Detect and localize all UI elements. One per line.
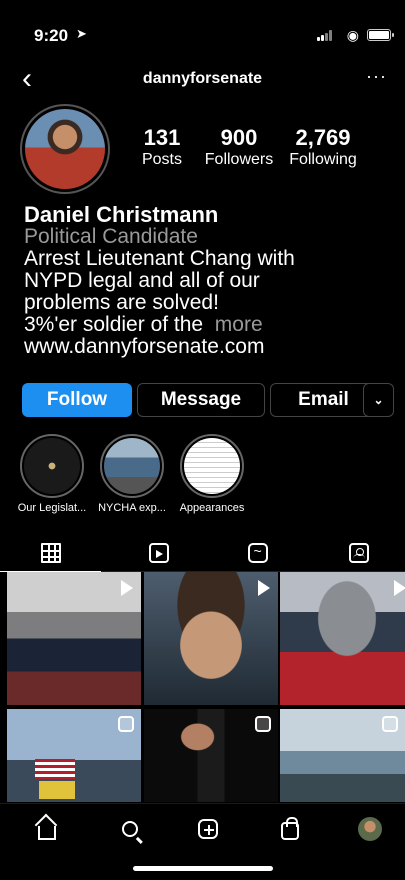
wifi-icon: ◉	[346, 27, 359, 43]
following-stat[interactable]: 2,769 Following	[282, 126, 364, 170]
profile-stats: 131 Posts 900 Followers 2,769 Following	[132, 126, 364, 170]
search-icon	[122, 821, 138, 837]
signal-icon	[317, 30, 333, 41]
reels-icon	[255, 716, 271, 732]
tab-grid[interactable]	[0, 534, 101, 572]
profile-tabs	[0, 534, 405, 572]
new-post-icon	[198, 819, 218, 839]
highlight-label: Appearances	[179, 502, 245, 514]
tagged-icon	[348, 543, 369, 563]
video-icon	[394, 580, 405, 596]
highlight-cover-ring	[20, 434, 84, 498]
highlight-cover-ring	[180, 434, 244, 498]
bio-line: NYPD legal and all of our	[24, 269, 260, 292]
profile-bio: Daniel Christmann Political Candidate Ar…	[24, 204, 394, 358]
more-options-icon[interactable]: ···	[366, 66, 387, 87]
highlight-cover	[24, 438, 80, 494]
followers-stat[interactable]: 900 Followers	[196, 126, 282, 170]
profile-website-link[interactable]: www.dannyforsenate.com	[24, 336, 394, 358]
tab-tagged[interactable]	[308, 534, 405, 572]
battery-icon	[367, 29, 394, 41]
tab-igtv[interactable]	[207, 534, 308, 572]
following-label: Following	[289, 151, 357, 168]
post-grid	[7, 572, 405, 802]
nav-shop[interactable]	[275, 814, 305, 844]
nav-search[interactable]	[115, 814, 145, 844]
post-thumbnail[interactable]	[280, 709, 405, 802]
story-highlights: Our Legislat... NYCHA exp... Appearances	[0, 434, 405, 520]
post-thumbnail[interactable]	[144, 709, 278, 802]
home-indicator	[133, 866, 273, 871]
posts-stat[interactable]: 131 Posts	[132, 126, 192, 170]
profile-avatar-ring[interactable]	[20, 104, 110, 194]
nav-home[interactable]	[32, 814, 62, 844]
bottom-nav	[0, 803, 405, 853]
video-icon	[121, 580, 133, 596]
shop-icon	[281, 817, 299, 840]
reels-icon	[148, 543, 169, 563]
location-arrow-icon: ➤	[76, 26, 87, 41]
profile-avatar	[25, 109, 105, 189]
profile-actions: Follow Message Email ⌄	[22, 383, 394, 417]
posts-label: Posts	[141, 151, 182, 168]
home-icon	[38, 826, 56, 840]
chevron-down-icon[interactable]: ⌄	[363, 383, 394, 417]
follow-button[interactable]: Follow	[22, 383, 132, 417]
grid-icon	[40, 542, 61, 563]
highlight-cover	[184, 438, 240, 494]
posts-count: 131	[143, 125, 181, 150]
bio-line: 3%'er soldier of the	[24, 313, 204, 336]
reels-icon	[382, 716, 398, 732]
profile-avatar	[358, 817, 382, 841]
followers-count: 900	[220, 125, 258, 150]
bio-more-link[interactable]: more	[215, 313, 263, 336]
status-bar: 9:20 ➤ ◉	[0, 0, 405, 62]
bio-line: Arrest Lieutenant Chang with	[24, 247, 295, 270]
followers-label: Followers	[204, 151, 274, 168]
post-thumbnail[interactable]	[144, 572, 278, 705]
profile-category: Political Candidate	[24, 225, 198, 248]
post-thumbnail[interactable]	[280, 572, 405, 705]
nav-profile[interactable]	[355, 814, 385, 844]
bio-line-truncated: 3%'er soldier of the more	[24, 314, 394, 336]
status-time: 9:20	[34, 26, 69, 45]
tab-reels[interactable]	[108, 534, 209, 572]
igtv-icon	[247, 543, 268, 563]
profile-name: Daniel Christmann	[24, 202, 219, 227]
email-button[interactable]: Email	[270, 383, 377, 417]
reels-icon	[118, 716, 134, 732]
username-title: dannyforsenate	[142, 70, 263, 87]
highlight-item[interactable]: Appearances	[162, 434, 262, 514]
nav-new-post[interactable]	[193, 814, 223, 844]
post-thumbnail[interactable]	[7, 572, 141, 705]
post-thumbnail[interactable]	[7, 709, 141, 802]
bio-line: problems are solved!	[24, 291, 219, 314]
highlight-cover-ring	[100, 434, 164, 498]
flag-image	[39, 781, 75, 799]
message-button[interactable]: Message	[137, 383, 265, 417]
video-icon	[258, 580, 270, 596]
flag-image	[35, 759, 75, 779]
highlight-cover	[104, 438, 160, 494]
following-count: 2,769	[295, 125, 351, 150]
profile-header: ‹ dannyforsenate ···	[0, 62, 405, 100]
